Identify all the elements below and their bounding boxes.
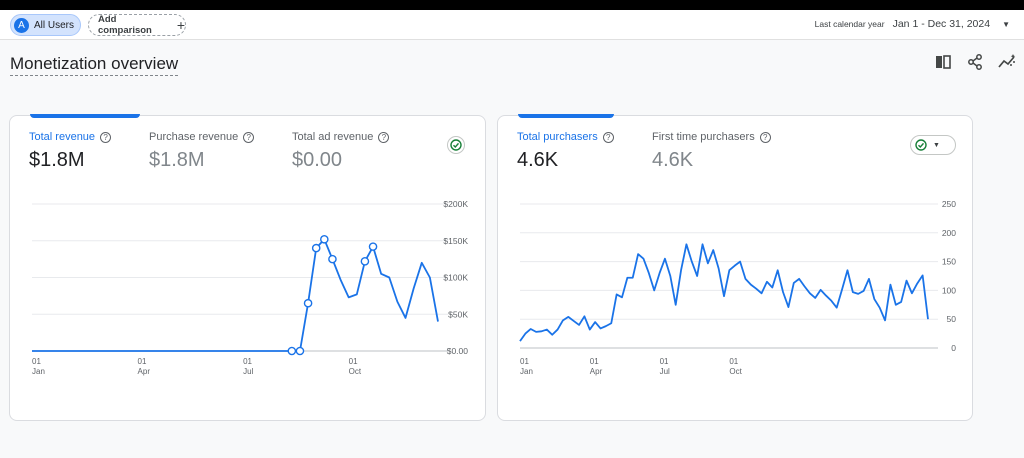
- x-tick-label: 01: [729, 357, 738, 366]
- metric-value: $1.8M: [29, 149, 85, 171]
- y-tick-label: 0: [951, 343, 956, 353]
- x-tick-month-label: Oct: [349, 367, 362, 376]
- x-tick-month-label: Jan: [32, 367, 45, 376]
- x-tick-month-label: Apr: [138, 367, 151, 376]
- date-range-value: Jan 1 - Dec 31, 2024: [892, 18, 991, 30]
- y-tick-label: $100K: [443, 273, 468, 283]
- x-tick-month-label: Oct: [729, 367, 742, 376]
- top-bar: [0, 0, 1024, 10]
- add-comparison-button[interactable]: Add comparison +: [88, 14, 186, 36]
- caret-down-icon: ▼: [1002, 19, 1010, 29]
- insights-icon[interactable]: [998, 54, 1016, 70]
- caret-down-icon: ▼: [933, 141, 940, 149]
- metric-value: $1.8M: [149, 149, 205, 171]
- data-point-marker: [320, 234, 329, 244]
- help-icon[interactable]: ?: [759, 131, 771, 143]
- series-line: [32, 238, 439, 352]
- check-circle-icon: [915, 139, 927, 151]
- x-tick-label: 01: [243, 357, 252, 366]
- check-circle-icon[interactable]: [447, 136, 465, 154]
- date-range-label: Last calendar year: [814, 19, 885, 29]
- segment-chip-all-users[interactable]: A All Users: [10, 14, 81, 36]
- metric-purchase-revenue[interactable]: Purchase revenue? $1.8M: [149, 131, 255, 172]
- help-icon[interactable]: ?: [378, 131, 390, 143]
- data-point-marker: [328, 254, 337, 264]
- metric-first-time-purchasers[interactable]: First time purchasers? 4.6K: [652, 131, 771, 172]
- help-icon[interactable]: ?: [243, 131, 255, 143]
- add-comparison-label: Add comparison: [98, 14, 152, 36]
- help-icon[interactable]: ?: [100, 131, 112, 143]
- metric-label: Purchase revenue: [149, 131, 239, 143]
- x-tick-label: 01: [590, 357, 599, 366]
- x-tick-month-label: Jul: [243, 367, 253, 376]
- page-actions: [934, 54, 1016, 70]
- data-point-marker: [287, 346, 297, 356]
- segment-label: All Users: [34, 19, 75, 31]
- metric-value: 4.6K: [517, 149, 559, 171]
- metric-label: Total purchasers: [517, 131, 598, 143]
- metric-total-ad-revenue[interactable]: Total ad revenue? $0.00: [292, 131, 390, 172]
- metric-total-purchasers[interactable]: Total purchasers? 4.6K: [517, 131, 614, 172]
- metric-label: Total revenue: [29, 131, 96, 143]
- series-line: [519, 243, 929, 342]
- x-tick-label: 01: [520, 357, 529, 366]
- plus-icon: +: [176, 17, 185, 33]
- data-point-marker: [295, 346, 305, 356]
- metric-total-revenue[interactable]: Total revenue? $1.8M: [29, 131, 112, 172]
- x-tick-month-label: Apr: [590, 367, 603, 376]
- y-tick-label: $0.00: [447, 346, 469, 356]
- y-tick-label: 200: [942, 228, 956, 238]
- page-title[interactable]: Monetization overview: [10, 54, 179, 76]
- x-tick-label: 01: [138, 357, 147, 366]
- data-point-marker: [311, 243, 321, 253]
- help-icon[interactable]: ?: [602, 131, 614, 143]
- y-tick-label: $50K: [448, 309, 468, 319]
- metric-label: First time purchasers: [652, 131, 755, 143]
- comparison-dropdown[interactable]: ▼: [910, 135, 956, 155]
- y-tick-label: 150: [942, 257, 956, 267]
- share-icon[interactable]: [966, 54, 984, 70]
- x-tick-label: 01: [660, 357, 669, 366]
- segment-badge: A: [14, 17, 29, 33]
- revenue-card: $200K $150K $100K $50K $0.00 01 Jan 01 Apr 01 Jul 0…: [9, 114, 486, 421]
- y-tick-label: 250: [942, 199, 956, 209]
- data-point-marker: [303, 298, 313, 308]
- filter-bar: A All Users Add comparison + Last calend…: [0, 10, 1024, 40]
- data-point-marker: [368, 242, 378, 251]
- date-range-picker[interactable]: Last calendar year Jan 1 - Dec 31, 2024 …: [815, 18, 1010, 30]
- purchasers-card: 250 200 150 100 50 0 01 Jan 01 Apr 01 Jul 01 Oct Tota…: [497, 114, 973, 421]
- x-tick-label: 01: [32, 357, 41, 366]
- y-tick-label: 50: [947, 314, 957, 324]
- y-tick-label: 100: [942, 285, 956, 295]
- metric-label: Total ad revenue: [292, 131, 374, 143]
- x-tick-month-label: Jul: [660, 367, 670, 376]
- x-tick-label: 01: [349, 357, 358, 366]
- y-tick-label: $200K: [443, 199, 468, 209]
- data-point-marker: [360, 257, 370, 266]
- compare-columns-icon[interactable]: [934, 54, 952, 70]
- y-tick-label: $150K: [443, 236, 468, 246]
- metric-value: $0.00: [292, 149, 343, 171]
- x-tick-month-label: Jan: [520, 367, 533, 376]
- metric-value: 4.6K: [652, 149, 694, 171]
